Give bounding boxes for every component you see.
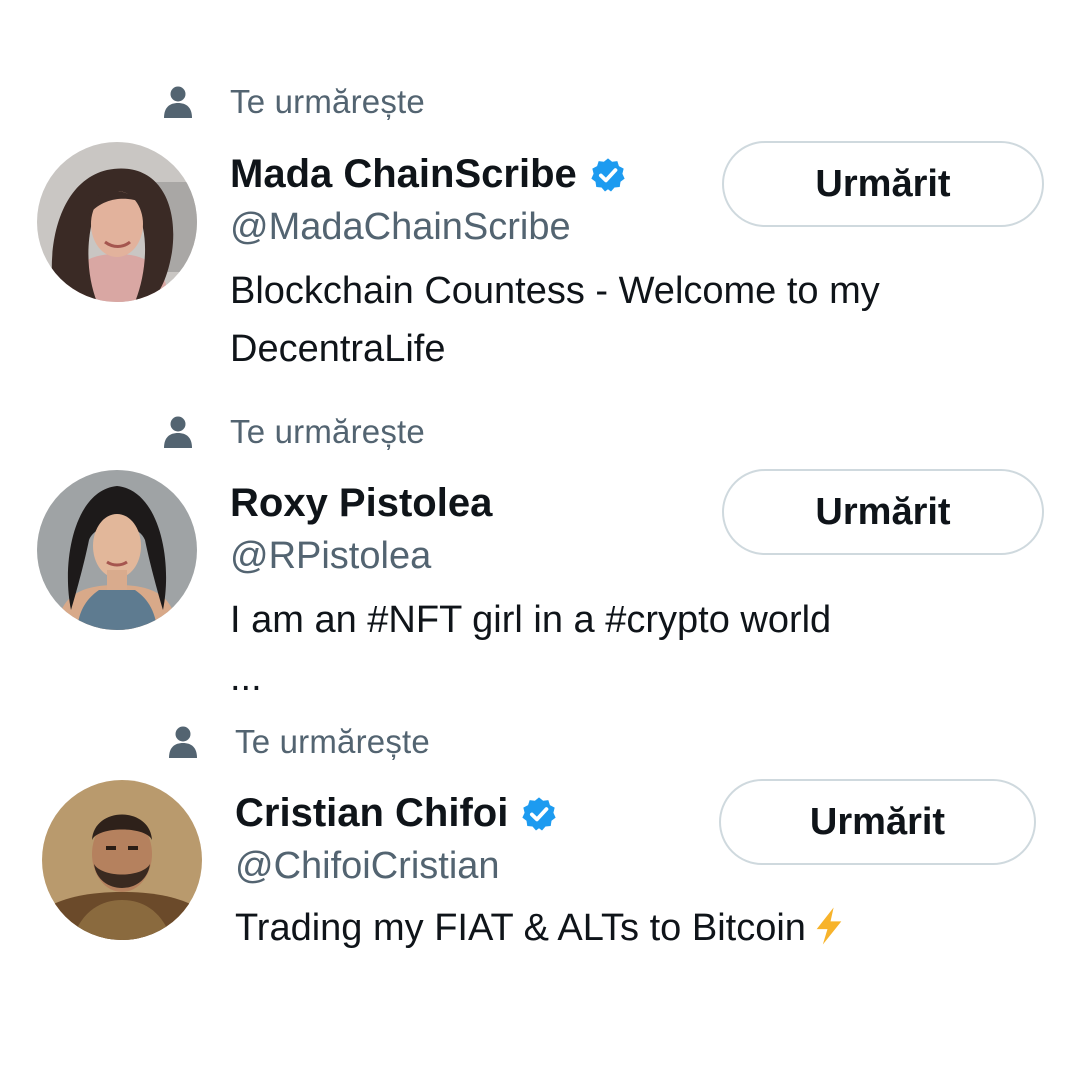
name-row: Roxy Pistolea	[230, 481, 492, 526]
follows-you-row: Te urmărește	[163, 412, 425, 452]
following-button[interactable]: Urmărit	[719, 779, 1036, 865]
display-name[interactable]: Cristian Chifoi	[235, 791, 508, 836]
follows-you-label: Te urmărește	[235, 723, 430, 760]
lightning-bolt-icon	[816, 907, 842, 945]
avatar-photo-roxy	[37, 470, 197, 630]
avatar[interactable]	[37, 142, 197, 302]
avatar[interactable]	[42, 780, 202, 940]
name-row: Mada ChainScribe	[230, 152, 627, 197]
verified-badge-icon[interactable]	[520, 795, 558, 833]
display-name[interactable]: Mada ChainScribe	[230, 152, 577, 197]
bio-line: Trading my FIAT & ALTs to Bitcoin	[235, 899, 848, 957]
username-handle[interactable]: @ChifoiCristian	[235, 845, 500, 888]
follows-you-row: Te urmărește	[168, 722, 430, 762]
avatar-photo-cristian	[42, 780, 202, 940]
bio-line: I am an #NFT girl in a #crypto world	[230, 599, 832, 641]
follows-you-label: Te urmărește	[230, 413, 425, 450]
bio-line: Blockchain Countess - Welcome to my	[230, 270, 880, 312]
person-icon	[164, 86, 192, 118]
verified-badge-icon[interactable]	[589, 156, 627, 194]
follows-you-label: Te urmărește	[230, 83, 425, 120]
follows-you-row: Te urmărește	[163, 82, 425, 122]
bio-line: DecentraLife	[230, 328, 446, 370]
bio: I am an #NFT girl in a #crypto world ...	[230, 591, 831, 707]
username-handle[interactable]: @RPistolea	[230, 535, 431, 578]
username-handle[interactable]: @MadaChainScribe	[230, 206, 571, 249]
avatar-photo-mada	[37, 142, 197, 302]
bio-text: Trading my FIAT & ALTs to Bitcoin	[235, 907, 806, 949]
display-name[interactable]: Roxy Pistolea	[230, 481, 492, 526]
following-button[interactable]: Urmărit	[722, 141, 1044, 227]
name-row: Cristian Chifoi	[235, 791, 558, 836]
bio: Trading my FIAT & ALTs to Bitcoin	[235, 899, 848, 957]
bio: Blockchain Countess - Welcome to my Dece…	[230, 262, 880, 378]
bio-line: ...	[230, 657, 262, 699]
person-icon	[169, 726, 197, 758]
avatar[interactable]	[37, 470, 197, 630]
person-icon	[164, 416, 192, 448]
following-button[interactable]: Urmărit	[722, 469, 1044, 555]
